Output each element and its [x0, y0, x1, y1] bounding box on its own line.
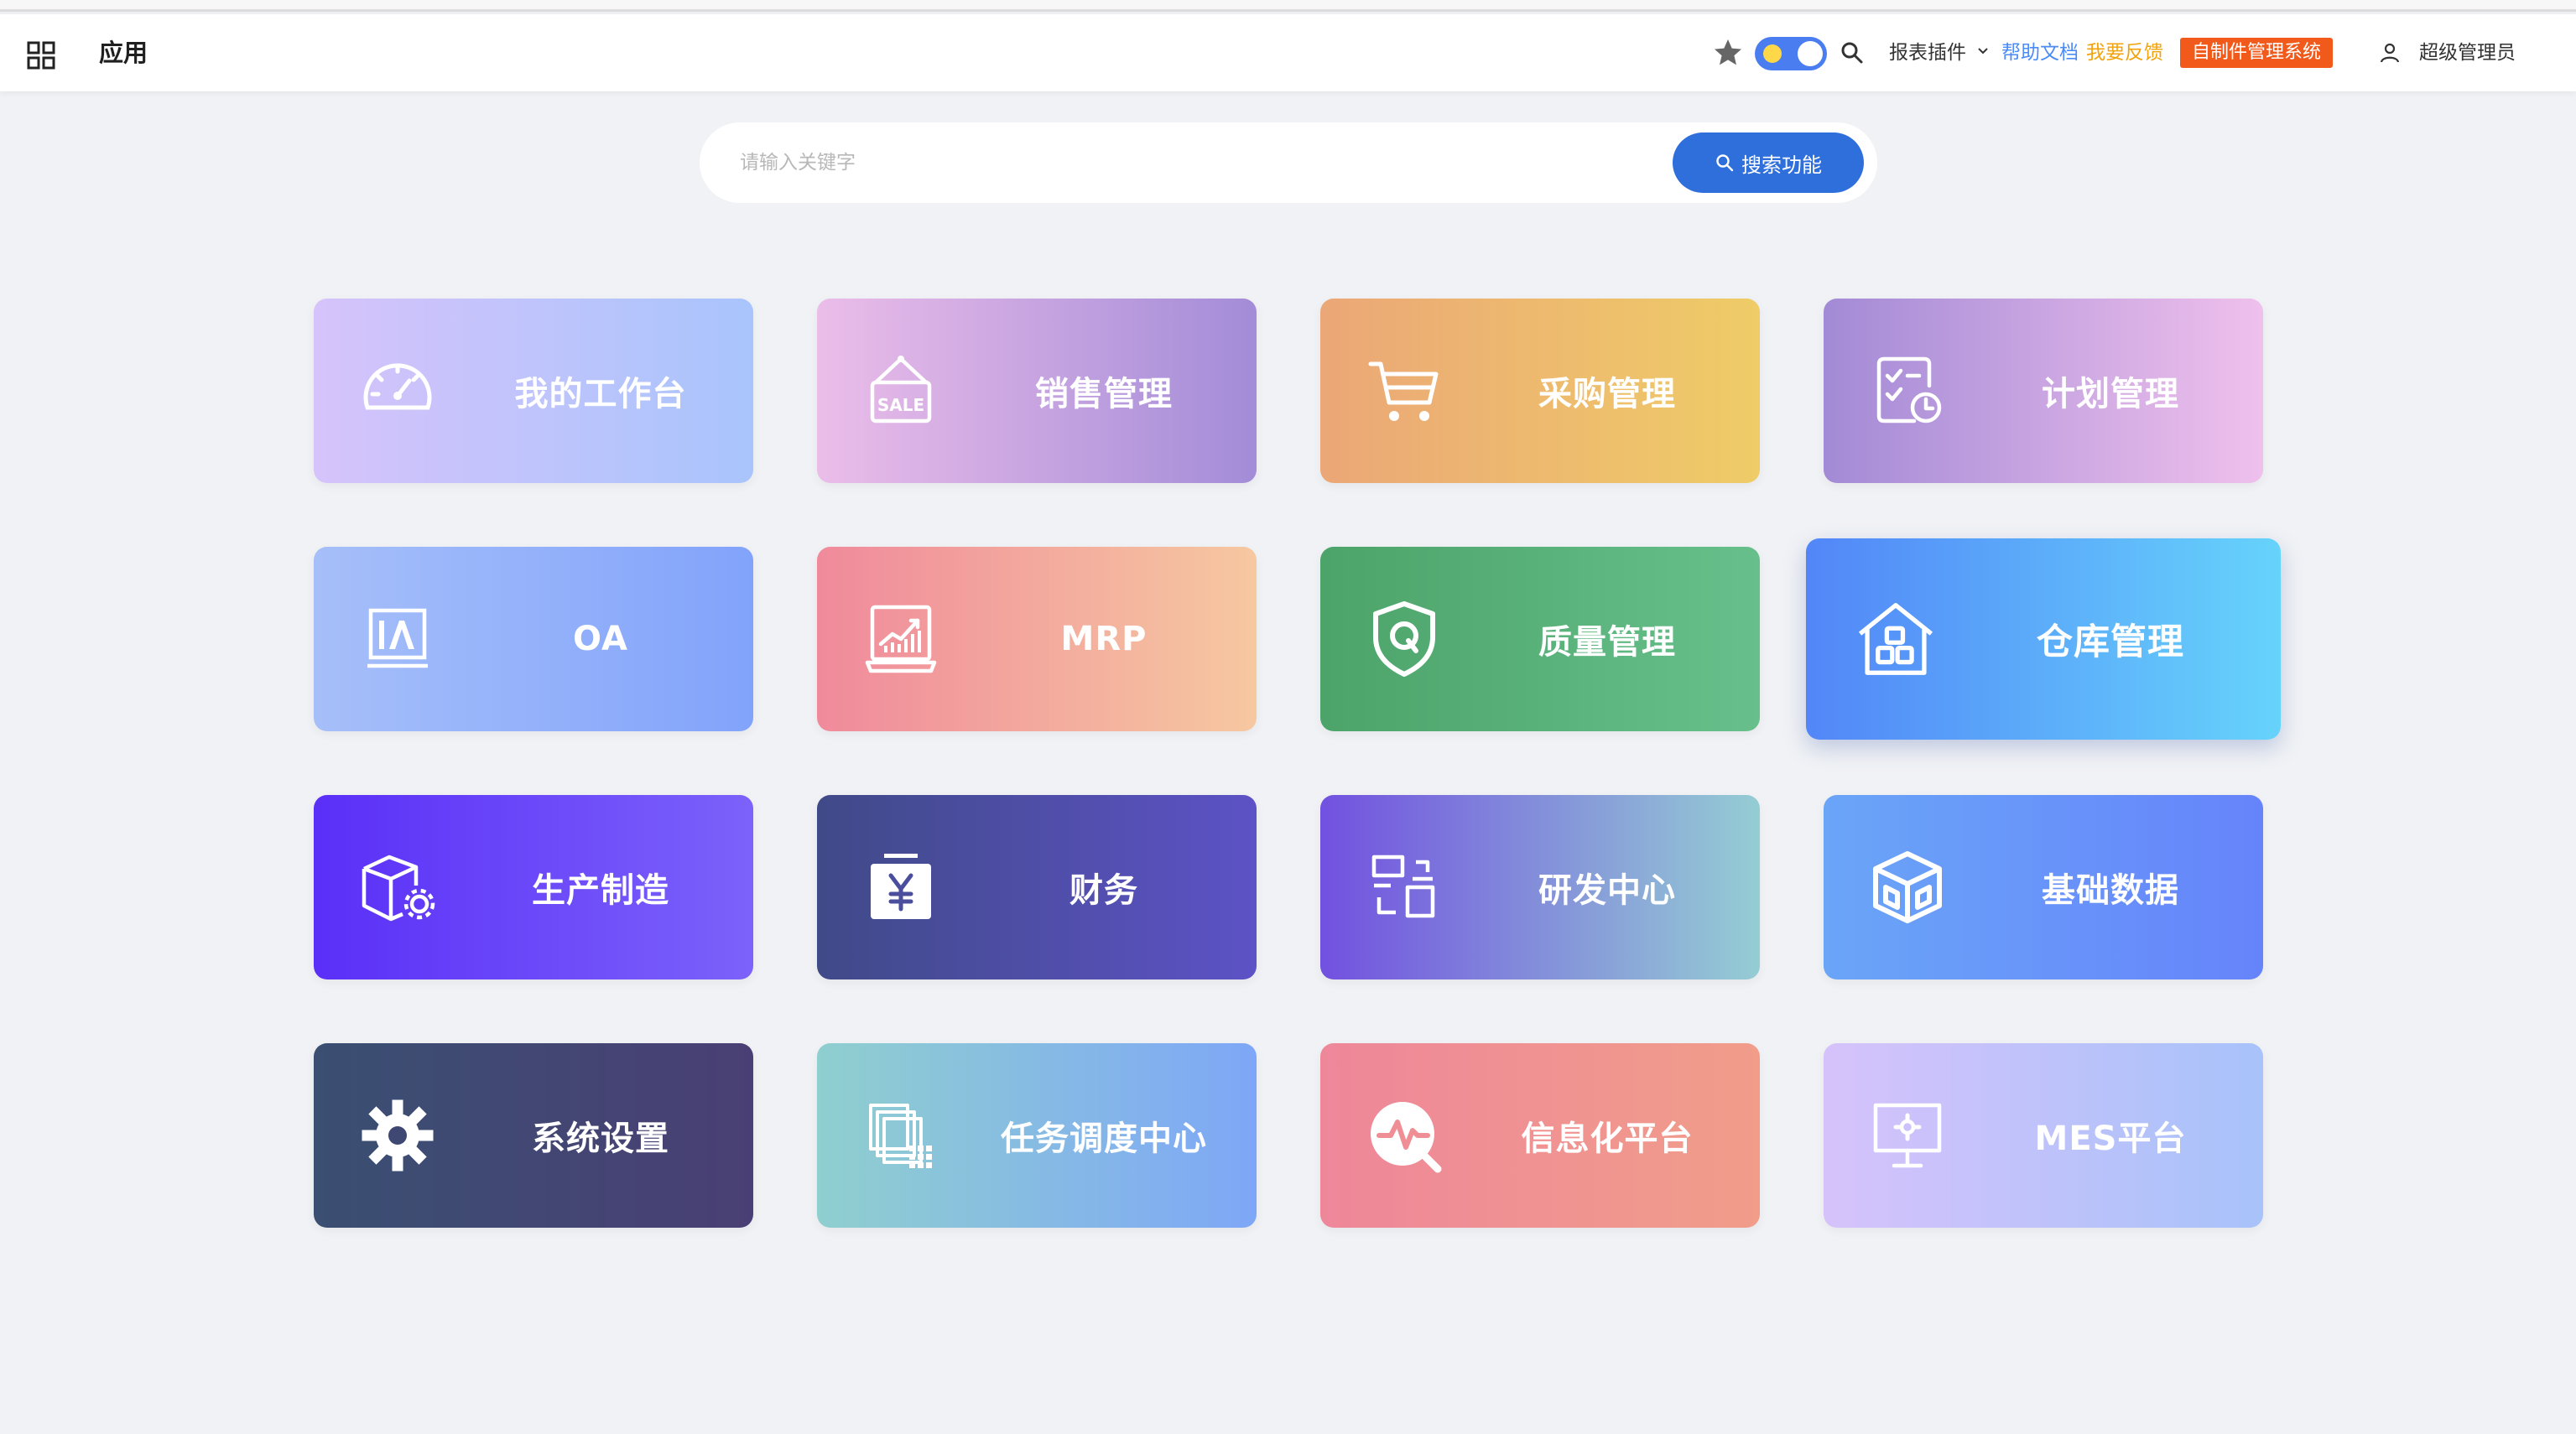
- app-card-label: MRP: [1060, 620, 1147, 658]
- app-card-label: 财务: [1069, 871, 1138, 910]
- warehouse-icon: [1858, 603, 1933, 675]
- app-card-label: 计划管理: [2042, 375, 2179, 413]
- app-card-sales[interactable]: SALE 销售管理: [817, 299, 1257, 483]
- app-grid: 我的工作台 SALE 销售管理 采购管理 计划管理 OA MRP 质量管理 仓库…: [0, 0, 2576, 1434]
- mes-monitor-icon: [1873, 1103, 1942, 1168]
- chart-laptop-icon: [865, 605, 937, 673]
- app-card-rnd[interactable]: 研发中心: [1320, 795, 1760, 979]
- app-card-warehouse[interactable]: 仓库管理: [1806, 538, 2281, 740]
- schedule-checklist-icon: [1876, 356, 1942, 423]
- info-platform-icon: [1371, 1102, 1442, 1173]
- app-card-finance[interactable]: 财务: [817, 795, 1257, 979]
- app-card-label: 采购管理: [1538, 375, 1676, 413]
- dashboard-gauge-icon: [363, 363, 432, 410]
- app-card-label: MES平台: [2034, 1120, 2187, 1158]
- settings-gear-icon: [362, 1099, 434, 1172]
- app-card-label: 销售管理: [1035, 375, 1173, 413]
- app-card-planning[interactable]: 计划管理: [1824, 299, 2263, 483]
- app-card-base-data[interactable]: 基础数据: [1824, 795, 2263, 979]
- app-card-label: 信息化平台: [1521, 1120, 1694, 1158]
- finance-yen-icon: [871, 854, 931, 919]
- app-card-workbench[interactable]: 我的工作台: [314, 299, 753, 483]
- app-card-label: 生产制造: [532, 871, 669, 910]
- app-card-info-platform[interactable]: 信息化平台: [1320, 1043, 1760, 1228]
- app-card-task-scheduler[interactable]: 任务调度中心: [817, 1043, 1257, 1228]
- app-card-mrp[interactable]: MRP: [817, 547, 1257, 731]
- oa-icon: [367, 608, 428, 668]
- app-card-system-settings[interactable]: 系统设置: [314, 1043, 753, 1228]
- app-card-label: 仓库管理: [2037, 621, 2184, 663]
- production-box-icon: [362, 855, 435, 922]
- app-card-oa[interactable]: OA: [314, 547, 753, 731]
- app-card-label: 系统设置: [532, 1120, 669, 1158]
- app-card-label: 我的工作台: [514, 375, 687, 413]
- app-card-mes-platform[interactable]: MES平台: [1824, 1043, 2263, 1228]
- app-card-label: 任务调度中心: [1001, 1120, 1207, 1158]
- cube-data-icon: [1873, 851, 1942, 923]
- shopping-cart-icon: [1368, 361, 1439, 421]
- app-card-label: 基础数据: [2042, 871, 2179, 910]
- app-card-label: OA: [573, 620, 628, 658]
- app-card-label: 研发中心: [1538, 871, 1676, 910]
- svg-text:SALE: SALE: [877, 395, 924, 415]
- app-card-production[interactable]: 生产制造: [314, 795, 753, 979]
- quality-shield-icon: [1373, 601, 1435, 677]
- app-card-quality[interactable]: 质量管理: [1320, 547, 1760, 731]
- app-card-label: 质量管理: [1538, 623, 1676, 662]
- rnd-blocks-icon: [1371, 855, 1435, 918]
- sale-tag-icon: SALE: [870, 356, 932, 423]
- task-schedule-icon: [869, 1104, 932, 1168]
- app-card-purchasing[interactable]: 采购管理: [1320, 299, 1760, 483]
